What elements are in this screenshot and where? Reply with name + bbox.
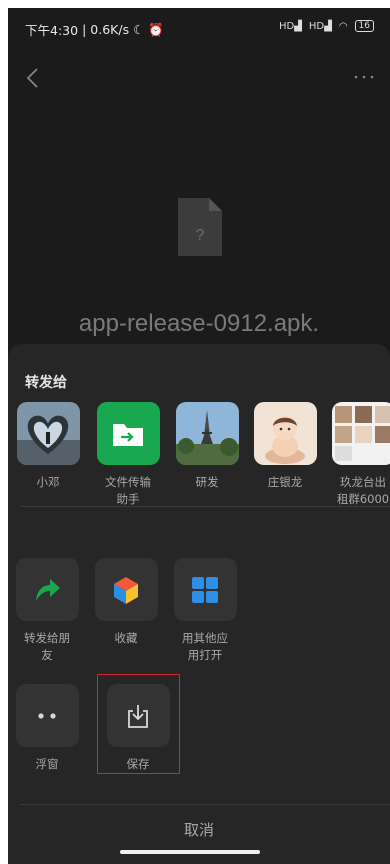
folder-transfer-icon <box>113 423 143 446</box>
file-name: app-release-0912.apk. <box>78 310 320 337</box>
contact-label: 文件传输 助手 <box>105 475 151 506</box>
float-window-button[interactable]: 浮窗 <box>12 684 82 773</box>
favorites-cube-icon <box>114 576 138 604</box>
contact-label: 玖龙台出 租群6000 <box>336 475 390 506</box>
svg-text:?: ? <box>196 227 205 244</box>
status-time: 下午4:30 <box>25 23 79 38</box>
forward-to-moments-button[interactable]: 转发给朋 友 <box>12 558 82 664</box>
divider <box>20 506 390 507</box>
back-icon[interactable] <box>24 66 44 90</box>
status-bar: 下午4:30 | 0.6K/s ☾ ⏰ HD▟ HD▟ ◠ 16 <box>8 8 390 48</box>
app-frame: 下午4:30 | 0.6K/s ☾ ⏰ HD▟ HD▟ ◠ 16 ? app-r… <box>8 8 390 864</box>
signal2-label: HD <box>308 20 325 32</box>
avatar <box>16 402 80 465</box>
status-right: HD▟ HD▟ ◠ 16 <box>279 20 374 32</box>
avatar <box>175 402 239 465</box>
contact-item[interactable]: 研发 <box>174 402 240 491</box>
share-sheet: 转发给 小邓 文件传输 助手 研发 庄银龙 玖龙台出 租群6000 转发给朋 友… <box>8 344 390 864</box>
float-dots-icon <box>38 712 56 719</box>
action-tile <box>15 684 79 747</box>
contact-item[interactable]: 庄银龙 <box>252 402 318 491</box>
signal-icon-2: HD▟ <box>308 20 332 32</box>
contact-label: 研发 <box>195 475 219 489</box>
action-label: 收藏 <box>114 631 138 645</box>
unknown-file-icon: ? <box>178 198 222 256</box>
avatar <box>331 402 390 465</box>
status-speed: 0.6K/s <box>90 22 130 37</box>
favorite-button[interactable]: 收藏 <box>91 558 161 647</box>
open-with-other-app-button[interactable]: 用其他应 用打开 <box>170 558 240 664</box>
battery-level: 16 <box>358 21 370 31</box>
apps-grid-icon <box>192 576 218 603</box>
cancel-button[interactable]: 取消 <box>8 806 390 854</box>
action-tile <box>94 558 158 621</box>
more-icon[interactable] <box>352 72 376 82</box>
avatar <box>253 402 317 465</box>
moon-icon: ☾ <box>133 22 145 37</box>
status-left: 下午4:30 | 0.6K/s ☾ ⏰ <box>25 20 164 39</box>
action-label: 用其他应 用打开 <box>182 631 228 662</box>
alarm-icon: ⏰ <box>148 21 164 37</box>
contact-item[interactable]: 玖龙台出 租群6000 <box>330 402 390 508</box>
signal-icon: HD▟ <box>278 20 302 32</box>
contact-item[interactable]: 文件传输 助手 <box>95 402 161 508</box>
contact-item[interactable]: 小邓 <box>15 402 81 491</box>
action-tile <box>173 558 237 621</box>
home-indicator[interactable] <box>120 850 260 854</box>
signal1-label: HD <box>278 20 295 32</box>
contact-label: 庄银龙 <box>267 475 303 489</box>
avatar <box>96 402 160 465</box>
action-tile <box>15 558 79 621</box>
wifi-icon: ◠ <box>338 20 348 32</box>
sheet-title: 转发给 <box>25 375 67 391</box>
status-separator: | <box>82 22 87 37</box>
share-arrow-icon <box>36 578 60 601</box>
contact-label: 小邓 <box>36 475 60 489</box>
divider <box>20 804 390 805</box>
highlight-box <box>97 674 180 774</box>
action-label: 转发给朋 友 <box>24 631 70 662</box>
action-label: 浮窗 <box>35 757 59 771</box>
battery-icon: 16 <box>354 20 374 32</box>
